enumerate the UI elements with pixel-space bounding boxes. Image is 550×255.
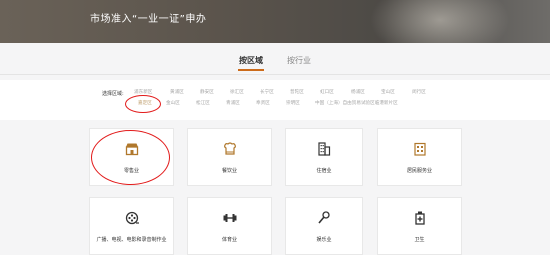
district-option-qingpu[interactable]: 青浦区 [226,100,240,106]
annotation-circle-district [125,95,161,113]
district-option-putuo[interactable]: 普陀区 [290,89,304,95]
district-option-chongming[interactable]: 崇明区 [286,100,300,106]
district-filter: 选择区域: 浦东新区 黄浦区 静安区 徐汇区 长宁区 普陀区 虹口区 杨浦区 宝… [0,80,550,120]
district-option-hongkou[interactable]: 虹口区 [320,89,334,95]
industry-card-resident-services[interactable]: 居民服务业 [377,128,462,186]
chef-hat-icon [223,142,236,155]
district-option-jingan[interactable]: 静安区 [200,89,214,95]
district-option-baoshan[interactable]: 宝山区 [381,89,395,95]
district-option-fengxian[interactable]: 奉贤区 [256,100,270,106]
page-banner: 市场准入“一业一证”申办 [0,0,550,43]
district-option-changning[interactable]: 长宁区 [260,89,274,95]
industry-card-health[interactable]: 卫生 [377,197,462,255]
view-tabs: 按区域 按行业 [0,55,550,71]
industry-card-sports[interactable]: 体育业 [187,197,272,255]
district-option-xuhui[interactable]: 徐汇区 [230,89,244,95]
industry-label: 体育业 [221,237,237,243]
tabs-divider [0,74,550,75]
annotation-circle-retail [91,130,170,185]
district-option-songjiang[interactable]: 松江区 [196,100,210,106]
district-option-minhang[interactable]: 闵行区 [412,89,426,95]
industry-card-catering[interactable]: 餐饮业 [187,128,272,186]
microphone-icon [318,211,330,224]
industry-card-accommodation[interactable]: 住宿业 [285,128,363,186]
medicine-bottle-icon [414,211,425,225]
industry-label: 餐饮业 [221,168,237,174]
industry-card-entertainment[interactable]: 娱乐业 [285,197,363,255]
industry-label: 娱乐业 [316,237,332,243]
district-option-yangpu[interactable]: 杨浦区 [351,89,365,95]
tab-by-region[interactable]: 按区域 [238,55,264,71]
industry-label: 广播、电视、电影和录音制作业 [96,237,167,243]
district-option-lingang[interactable]: 中国（上海）自由贸易试验区临港新片区 [315,100,398,106]
industry-label: 卫生 [414,237,425,243]
district-filter-label: 选择区域: [102,91,124,97]
industry-label: 住宿业 [316,168,332,174]
district-option-jinshan[interactable]: 金山区 [166,100,180,106]
tab-by-industry[interactable]: 按行业 [287,55,311,66]
film-reel-icon [125,211,139,225]
banner-background-glow [370,0,510,43]
banner-title: 市场准入“一业一证”申办 [90,14,207,25]
industry-label: 居民服务业 [406,168,432,174]
dumbbell-icon [223,214,236,222]
industry-card-broadcasting-film[interactable]: 广播、电视、电影和录音制作业 [89,197,174,255]
resident-services-icon [413,142,426,156]
district-option-huangpu[interactable]: 黄浦区 [170,89,184,95]
hotel-building-icon [318,142,331,156]
